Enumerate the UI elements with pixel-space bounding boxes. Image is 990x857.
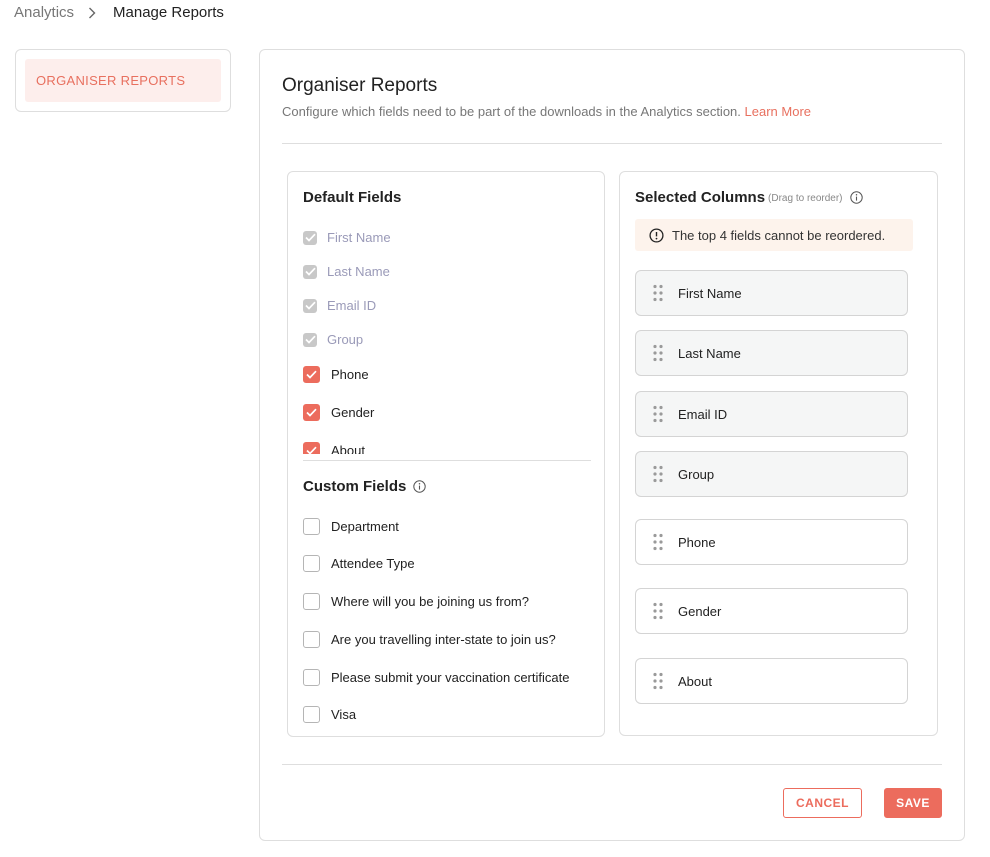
field-option-label: Visa: [331, 707, 357, 722]
divider: [282, 764, 942, 765]
page-description: Configure which fields need to be part o…: [282, 104, 811, 119]
field-option[interactable]: About: [303, 442, 365, 454]
divider: [303, 460, 591, 461]
drag-handle-icon[interactable]: [653, 602, 663, 620]
column-item-label: Group: [678, 466, 715, 482]
checkbox-checked-icon: [303, 332, 317, 347]
description-text: Configure which fields need to be part o…: [282, 104, 741, 119]
checkbox[interactable]: [303, 518, 320, 535]
checkbox-checked-icon: [303, 298, 317, 313]
custom-fields-heading-row: Custom Fields: [303, 478, 427, 495]
selected-columns-heading: Selected Columns: [635, 189, 766, 206]
drag-handle-icon: [653, 284, 663, 302]
notice-text: The top 4 fields cannot be reordered.: [672, 227, 886, 243]
column-item-label: Gender: [678, 603, 722, 619]
column-item: Group: [635, 451, 908, 497]
field-option: Email ID: [303, 298, 376, 313]
field-option-label: Last Name: [327, 264, 390, 279]
default-fields-list[interactable]: First Name Last Name Email ID Group Phone Gen…: [288, 220, 604, 454]
breadcrumb-current: Manage Reports: [113, 4, 224, 21]
cancel-button[interactable]: CANCEL: [783, 788, 862, 818]
info-icon[interactable]: [413, 480, 427, 493]
field-option[interactable]: Phone: [303, 366, 369, 383]
info-icon[interactable]: [849, 191, 863, 204]
field-option-label: Email ID: [327, 298, 377, 313]
checkbox-checked-icon[interactable]: [303, 404, 320, 421]
sidebar-item-organiser-reports[interactable]: ORGANISER REPORTS: [25, 59, 221, 102]
field-option: Group: [303, 332, 363, 347]
divider: [282, 143, 942, 144]
page-title: Organiser Reports: [282, 75, 438, 96]
column-item[interactable]: Gender: [635, 588, 908, 634]
drag-handle-icon[interactable]: [653, 533, 663, 551]
checkbox-checked-icon: [303, 230, 317, 245]
fields-panel: Default Fields First Name Last Name Email …: [287, 171, 605, 737]
field-option[interactable]: Gender: [303, 404, 374, 421]
column-item-label: Last Name: [678, 345, 741, 361]
drag-hint: (Drag to reorder): [768, 193, 843, 204]
chevron-right-icon: [88, 5, 100, 21]
column-item[interactable]: Phone: [635, 519, 908, 565]
field-option-label: Department: [331, 519, 399, 534]
field-option[interactable]: Where will you be joining us from?: [303, 593, 529, 610]
column-item: Last Name: [635, 330, 908, 376]
drag-handle-icon[interactable]: [653, 672, 663, 690]
column-item-label: Phone: [678, 534, 716, 550]
drag-handle-icon: [653, 405, 663, 423]
sidebar: ORGANISER REPORTS: [15, 49, 231, 112]
column-item-label: Email ID: [678, 406, 728, 422]
field-option: First Name: [303, 230, 391, 245]
checkbox[interactable]: [303, 555, 320, 572]
field-option: Last Name: [303, 264, 390, 279]
reorder-notice: The top 4 fields cannot be reordered.: [635, 219, 913, 251]
alert-circle-icon: [649, 227, 664, 243]
field-option-label: Gender: [331, 405, 375, 420]
column-item: First Name: [635, 270, 908, 316]
custom-fields-list[interactable]: Department Attendee Type Where will you be…: [288, 510, 604, 723]
field-option-label: First Name: [327, 230, 391, 245]
report-config-card: Organiser Reports Configure which fields…: [259, 49, 965, 841]
selected-columns-heading-row: Selected Columns (Drag to reorder): [635, 189, 863, 206]
custom-fields-heading: Custom Fields: [303, 478, 407, 495]
column-item[interactable]: About: [635, 658, 908, 704]
column-item-label: First Name: [678, 285, 742, 301]
field-option-label: Are you travelling inter-state to join u…: [331, 632, 556, 647]
checkbox[interactable]: [303, 669, 320, 686]
field-option-label: Please submit your vaccination certifica…: [331, 670, 570, 685]
field-option-label: Group: [327, 332, 364, 347]
column-item: Email ID: [635, 391, 908, 437]
learn-more-link[interactable]: Learn More: [745, 104, 811, 119]
field-option[interactable]: Attendee Type: [303, 555, 415, 572]
checkbox-checked-icon[interactable]: [303, 366, 320, 383]
checkbox[interactable]: [303, 706, 320, 723]
field-option[interactable]: Are you travelling inter-state to join u…: [303, 631, 556, 648]
field-option[interactable]: Department: [303, 518, 399, 535]
column-item-label: About: [678, 673, 712, 689]
save-button[interactable]: SAVE: [884, 788, 942, 818]
field-option-label: Phone: [331, 367, 369, 382]
breadcrumb: Analytics Manage Reports: [14, 4, 224, 21]
field-option-label: About: [331, 443, 365, 454]
field-option[interactable]: Please submit your vaccination certifica…: [303, 669, 569, 686]
default-fields-heading: Default Fields: [303, 189, 402, 206]
checkbox[interactable]: [303, 631, 320, 648]
breadcrumb-analytics-link[interactable]: Analytics: [14, 4, 74, 21]
drag-handle-icon: [653, 465, 663, 483]
field-option[interactable]: Visa: [303, 706, 356, 723]
selected-columns-panel: Selected Columns (Drag to reorder) The t…: [619, 171, 938, 736]
field-option-label: Where will you be joining us from?: [331, 594, 529, 609]
drag-handle-icon: [653, 344, 663, 362]
field-option-label: Attendee Type: [331, 556, 415, 571]
checkbox[interactable]: [303, 593, 320, 610]
checkbox-checked-icon: [303, 264, 317, 279]
checkbox-checked-icon[interactable]: [303, 442, 320, 454]
